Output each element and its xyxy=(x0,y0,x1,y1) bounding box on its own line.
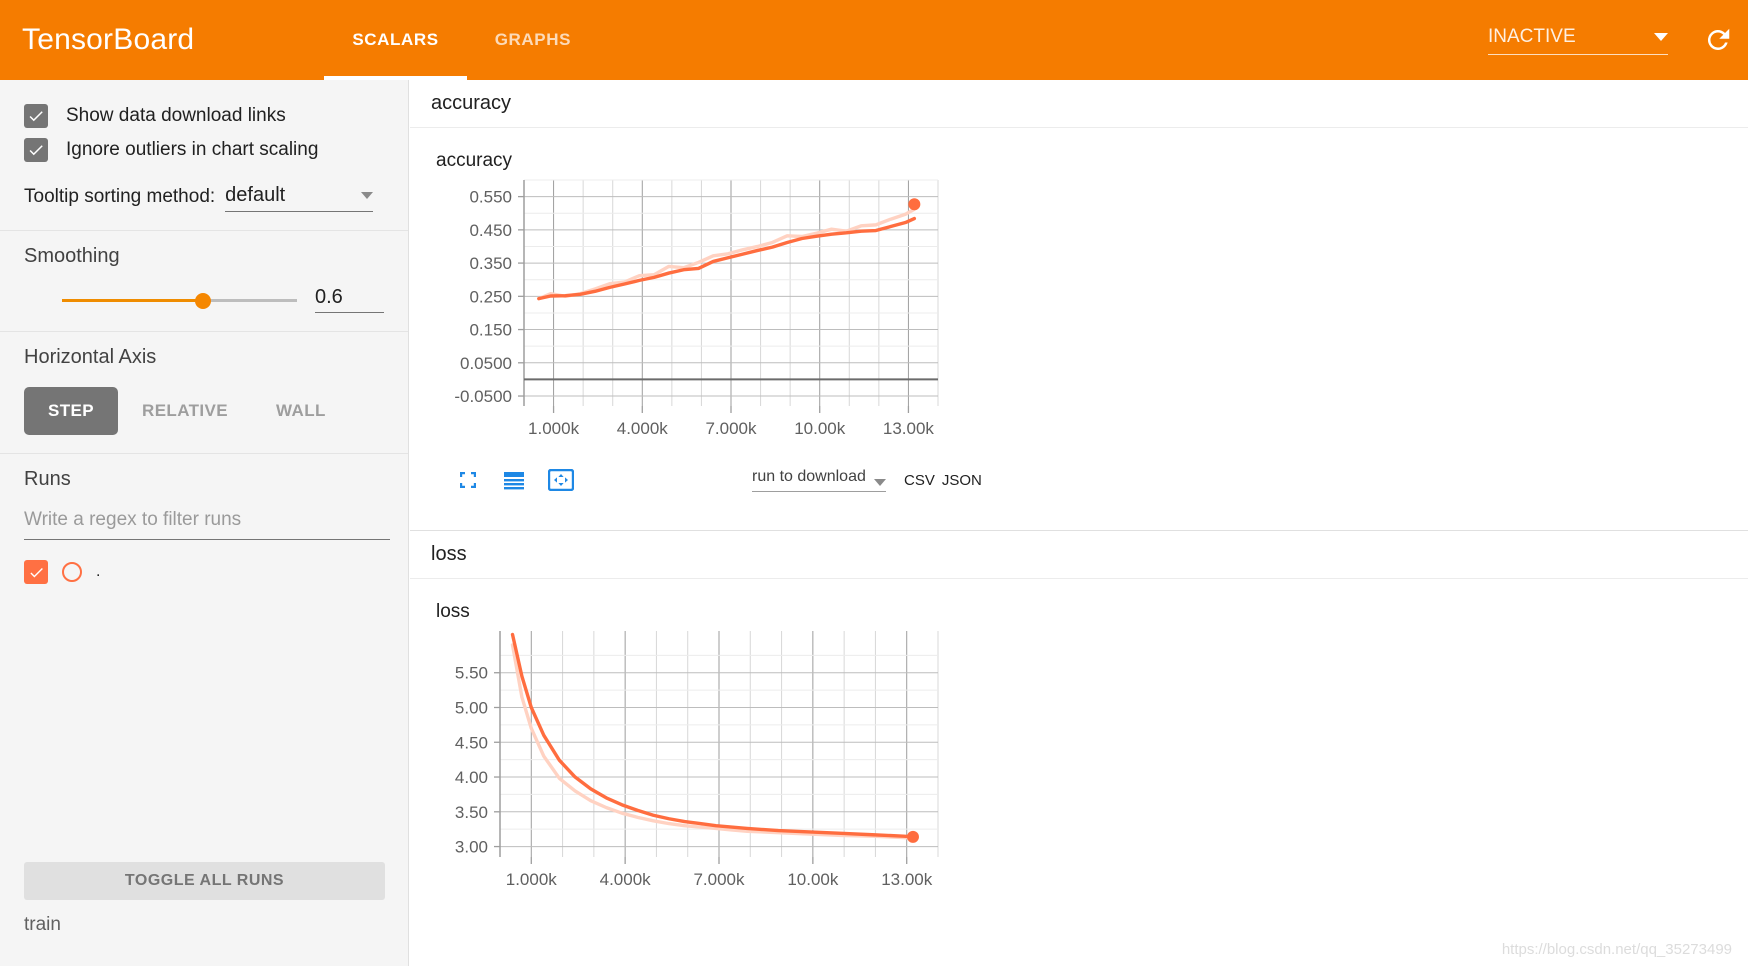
svg-text:0.250: 0.250 xyxy=(469,287,512,306)
run-status-label: INACTIVE xyxy=(1488,25,1576,47)
svg-text:0.350: 0.350 xyxy=(469,254,512,273)
checkbox-checked-icon xyxy=(24,138,48,162)
slider-knob[interactable] xyxy=(195,292,211,309)
card-header-accuracy[interactable]: accuracy xyxy=(410,80,1748,128)
svg-text:4.000k: 4.000k xyxy=(600,870,652,889)
card-accuracy: accuracy accuracy 0.550 0.450 0.350 0.250 0.… xyxy=(410,80,1748,531)
show-download-links-checkbox[interactable]: Show data download links xyxy=(24,104,384,128)
refresh-icon xyxy=(1707,28,1730,50)
horizontal-axis-buttons: STEP RELATIVE WALL xyxy=(24,387,384,435)
card-header-loss[interactable]: loss xyxy=(410,531,1748,579)
tooltip-sorting-row: Tooltip sorting method: default xyxy=(24,184,384,212)
card-loss: loss loss 5.50 5.00 4.50 4.00 3.50 3.00 1.000k… xyxy=(410,531,1748,966)
expand-chart-icon[interactable] xyxy=(456,468,480,492)
run-name-label: . xyxy=(96,563,101,580)
settings-sidebar: Show data download links Ignore outliers… xyxy=(0,80,409,966)
chevron-down-icon xyxy=(1654,32,1668,41)
svg-text:4.50: 4.50 xyxy=(455,733,488,752)
svg-text:0.450: 0.450 xyxy=(469,221,512,240)
tab-graphs[interactable]: GRAPHS xyxy=(467,0,599,80)
download-json-link[interactable]: JSON xyxy=(942,472,982,489)
svg-text:0.0500: 0.0500 xyxy=(460,354,512,373)
svg-text:5.00: 5.00 xyxy=(455,698,488,717)
data-table-icon[interactable] xyxy=(502,468,526,492)
chevron-down-icon xyxy=(874,479,886,486)
svg-text:0.150: 0.150 xyxy=(469,321,512,340)
display-options-section: Show data download links Ignore outliers… xyxy=(0,80,408,231)
svg-text:4.00: 4.00 xyxy=(455,768,488,787)
svg-text:4.000k: 4.000k xyxy=(617,419,669,438)
svg-text:-0.0500: -0.0500 xyxy=(454,387,512,406)
axis-option-wall[interactable]: WALL xyxy=(252,387,350,435)
axis-option-relative[interactable]: RELATIVE xyxy=(118,387,252,435)
svg-text:3.00: 3.00 xyxy=(455,838,488,857)
run-checkbox-checked-icon[interactable] xyxy=(24,560,48,584)
show-download-links-label: Show data download links xyxy=(66,105,286,126)
svg-text:7.000k: 7.000k xyxy=(693,870,745,889)
ignore-outliers-checkbox[interactable]: Ignore outliers in chart scaling xyxy=(24,138,384,162)
axis-option-step[interactable]: STEP xyxy=(24,387,119,435)
chevron-down-icon xyxy=(361,192,374,199)
page-watermark: https://blog.csdn.net/qq_35273499 xyxy=(1501,941,1732,958)
tooltip-sorting-value: default xyxy=(225,184,286,206)
svg-text:0.550: 0.550 xyxy=(469,188,512,207)
slider-fill xyxy=(62,298,203,302)
main-content[interactable]: accuracy accuracy 0.550 0.450 0.350 0.250 0.… xyxy=(410,80,1748,966)
chart-title-loss: loss xyxy=(436,601,470,622)
card-header-title: loss xyxy=(431,543,467,565)
svg-text:13.00k: 13.00k xyxy=(881,870,933,889)
tensorboard-app: TensorBoard SCALARS GRAPHS INACTIVE Show… xyxy=(0,0,1748,966)
run-to-download-select[interactable]: run to download xyxy=(752,468,886,492)
smoothing-title: Smoothing xyxy=(24,245,120,267)
refresh-button[interactable] xyxy=(1698,20,1738,60)
download-csv-link[interactable]: CSV xyxy=(904,472,935,489)
tab-scalars[interactable]: SCALARS xyxy=(324,0,468,80)
card-header-title: accuracy xyxy=(431,92,512,114)
runs-footer-label: train xyxy=(24,914,61,935)
checkbox-checked-icon xyxy=(24,104,48,128)
run-status-select[interactable]: INACTIVE xyxy=(1488,26,1668,55)
plot-loss[interactable]: 5.50 5.00 4.50 4.00 3.50 3.00 1.000k 4.000k 7.00… xyxy=(410,623,1748,913)
horizontal-axis-title: Horizontal Axis xyxy=(24,346,157,368)
nav-tabs: SCALARS GRAPHS xyxy=(324,0,599,80)
runs-section: Runs . xyxy=(0,454,408,602)
chart-toolbar-accuracy: run to download CSV JSON xyxy=(410,462,1748,510)
svg-text:10.00k: 10.00k xyxy=(787,870,839,889)
horizontal-axis-section: Horizontal Axis STEP RELATIVE WALL xyxy=(0,332,408,454)
fit-domain-icon[interactable] xyxy=(548,469,574,491)
svg-text:1.000k: 1.000k xyxy=(506,870,558,889)
svg-text:10.00k: 10.00k xyxy=(794,419,846,438)
app-brand: TensorBoard xyxy=(22,23,195,56)
smoothing-value-input[interactable]: 0.6 xyxy=(315,286,384,313)
tooltip-sorting-label: Tooltip sorting method: xyxy=(24,186,216,207)
run-color-circle-icon xyxy=(62,562,82,582)
runs-filter-input[interactable] xyxy=(24,509,390,540)
svg-text:13.00k: 13.00k xyxy=(883,419,935,438)
line-chart-accuracy[interactable]: 0.550 0.450 0.350 0.250 0.150 0.0500 -0.0500 1.… xyxy=(436,172,956,462)
svg-text:1.000k: 1.000k xyxy=(528,419,580,438)
chart-title-accuracy: accuracy xyxy=(436,150,513,171)
smoothing-section: Smoothing 0.6 xyxy=(0,231,408,332)
svg-text:7.000k: 7.000k xyxy=(705,419,757,438)
run-to-download-label: run to download xyxy=(752,468,866,485)
tooltip-sorting-select[interactable]: default xyxy=(225,184,374,212)
toggle-all-runs-button[interactable]: TOGGLE ALL RUNS xyxy=(24,862,385,900)
plot-accuracy[interactable]: 0.550 0.450 0.350 0.250 0.150 0.0500 -0.0500 1.… xyxy=(410,172,1748,462)
header-right-controls: INACTIVE xyxy=(1488,0,1748,80)
line-chart-loss[interactable]: 5.50 5.00 4.50 4.00 3.50 3.00 1.000k 4.000k 7.00… xyxy=(436,623,956,913)
run-list-item[interactable]: . xyxy=(24,560,384,584)
app-header: TensorBoard SCALARS GRAPHS INACTIVE xyxy=(0,0,1748,80)
runs-title: Runs xyxy=(24,468,71,490)
svg-text:5.50: 5.50 xyxy=(455,664,488,683)
smoothing-slider[interactable] xyxy=(62,290,297,310)
ignore-outliers-label: Ignore outliers in chart scaling xyxy=(66,139,319,160)
smoothing-controls: 0.6 xyxy=(24,286,384,313)
svg-text:3.50: 3.50 xyxy=(455,803,488,822)
download-links: CSV JSON xyxy=(904,472,989,489)
